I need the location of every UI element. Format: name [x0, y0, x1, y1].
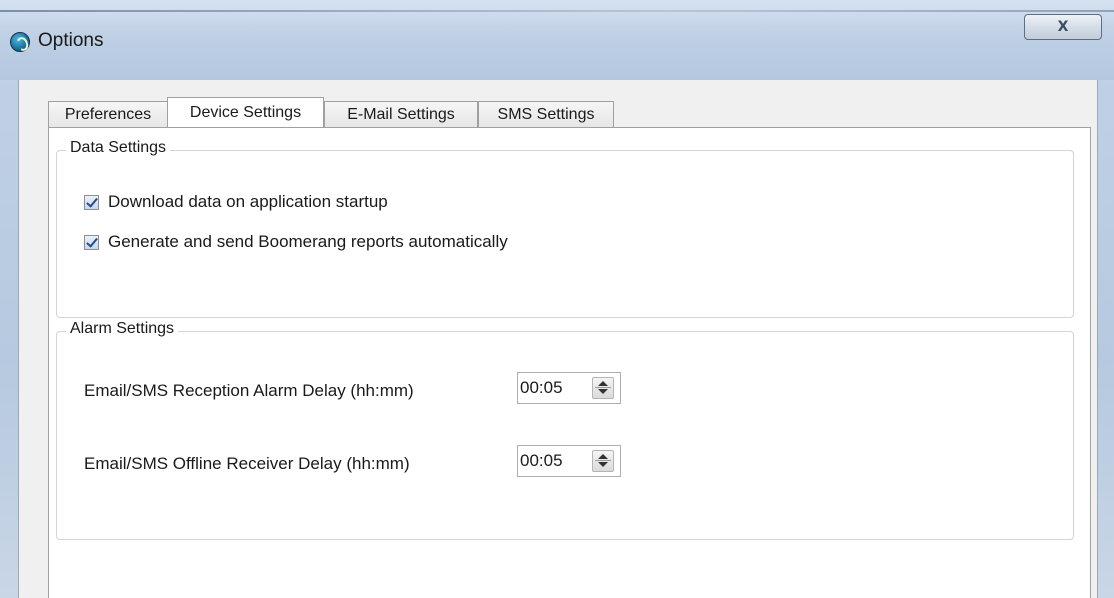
title-bar: Options X: [0, 0, 1114, 80]
spin-updown-icon[interactable]: [592, 377, 614, 399]
tab-label: E-Mail Settings: [347, 105, 455, 123]
tab-email-settings[interactable]: E-Mail Settings: [324, 101, 478, 127]
tab-device-settings[interactable]: Device Settings: [167, 97, 324, 127]
data-settings-legend: Data Settings: [66, 139, 171, 157]
alarm-settings-group: [56, 331, 1074, 540]
spin-down-arrow-icon[interactable]: [598, 462, 608, 467]
offline-receiver-delay-value[interactable]: 00:05: [520, 451, 563, 471]
device-settings-panel: Data Settings Download data on applicati…: [48, 127, 1091, 598]
close-icon: X: [1057, 19, 1069, 35]
offline-receiver-delay-spinner[interactable]: 00:05: [517, 445, 621, 477]
spin-updown-icon[interactable]: [592, 450, 614, 472]
spin-up-arrow-icon[interactable]: [598, 381, 608, 386]
spin-divider: [595, 387, 611, 388]
reception-alarm-delay-value[interactable]: 00:05: [520, 378, 563, 398]
checkbox-label: Generate and send Boomerang reports auto…: [108, 232, 508, 251]
reception-alarm-delay-spinner[interactable]: 00:05: [517, 372, 621, 404]
auto-boomerang-reports-checkbox-row[interactable]: Generate and send Boomerang reports auto…: [84, 232, 508, 252]
tab-label: SMS Settings: [497, 105, 595, 123]
options-window: Options X Preferences Device Settings E-…: [0, 0, 1114, 598]
app-logo-icon: [10, 32, 30, 52]
spin-down-arrow-icon[interactable]: [598, 389, 608, 394]
reception-alarm-delay-label: Email/SMS Reception Alarm Delay (hh:mm): [84, 381, 414, 400]
title-bar-edge: [0, 10, 1114, 12]
window-title: Options: [38, 30, 104, 51]
offline-receiver-delay-label: Email/SMS Offline Receiver Delay (hh:mm): [84, 454, 410, 473]
tab-label: Device Settings: [189, 103, 302, 121]
alarm-settings-legend: Alarm Settings: [66, 320, 179, 338]
tab-preferences[interactable]: Preferences: [48, 101, 168, 127]
spin-up-arrow-icon[interactable]: [598, 454, 608, 459]
spin-divider: [595, 460, 611, 461]
checkbox-label: Download data on application startup: [108, 192, 388, 211]
close-button[interactable]: X: [1024, 14, 1102, 40]
download-on-startup-checkbox[interactable]: [84, 194, 99, 210]
download-on-startup-checkbox-row[interactable]: Download data on application startup: [84, 192, 388, 212]
auto-boomerang-reports-checkbox[interactable]: [84, 234, 99, 250]
tab-sms-settings[interactable]: SMS Settings: [478, 101, 614, 127]
tab-label: Preferences: [64, 105, 152, 123]
